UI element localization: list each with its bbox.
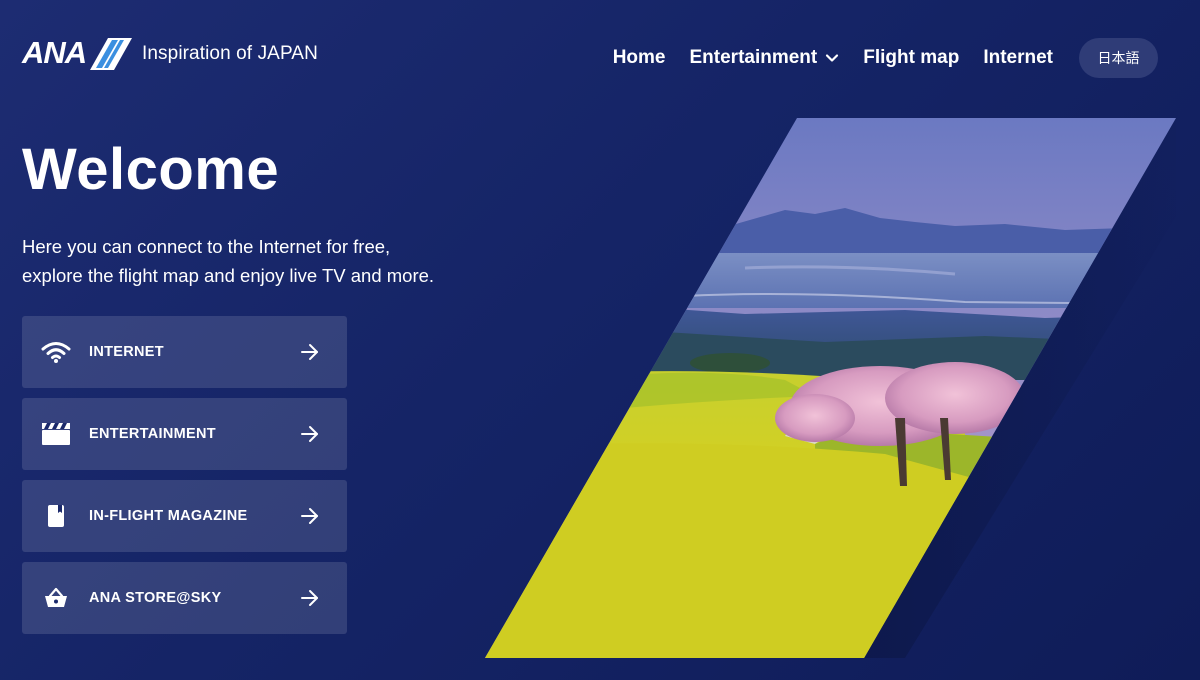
ana-logo[interactable]: ANA Inspiration of JAPAN bbox=[22, 35, 318, 72]
internet-button[interactable]: INTERNET bbox=[22, 316, 347, 388]
nav-internet[interactable]: Internet bbox=[983, 47, 1053, 69]
entertainment-label: ENTERTAINMENT bbox=[89, 426, 216, 442]
arrow-right-icon bbox=[301, 344, 318, 360]
intro-line-2: explore the flight map and enjoy live TV… bbox=[22, 265, 435, 286]
clapperboard-icon bbox=[41, 422, 71, 446]
nav-home[interactable]: Home bbox=[613, 47, 666, 69]
arrow-right-icon bbox=[301, 508, 318, 524]
chevron-down-icon bbox=[826, 54, 839, 62]
ana-store-label: ANA STORE@SKY bbox=[89, 590, 222, 606]
main-nav: Home Entertainment Flight map Internet 日… bbox=[613, 38, 1158, 78]
in-flight-magazine-button[interactable]: IN-FLIGHT MAGAZINE bbox=[22, 480, 347, 552]
nav-flight-map[interactable]: Flight map bbox=[863, 47, 959, 69]
nav-home-label: Home bbox=[612, 47, 666, 68]
ana-stripes-icon bbox=[90, 38, 132, 70]
nav-internet-label: Internet bbox=[983, 47, 1053, 68]
page-title: Welcome bbox=[22, 137, 280, 202]
entertainment-button[interactable]: ENTERTAINMENT bbox=[22, 398, 347, 470]
header: ANA Inspiration of JAPAN Home Entertainm… bbox=[0, 0, 1200, 110]
internet-label: INTERNET bbox=[89, 344, 164, 360]
language-button[interactable]: 日本語 bbox=[1079, 38, 1158, 78]
nav-entertainment[interactable]: Entertainment bbox=[690, 47, 840, 69]
book-icon bbox=[41, 504, 71, 528]
quick-menu: INTERNET ENTERTAINMENT IN-FLIGHT MAGAZIN… bbox=[22, 316, 347, 644]
shopping-basket-icon bbox=[41, 586, 71, 610]
nav-flight-map-label: Flight map bbox=[863, 47, 960, 68]
nav-entertainment-label: Entertainment bbox=[689, 47, 818, 68]
intro-text: Here you can connect to the Internet for… bbox=[22, 232, 492, 290]
landscape-image bbox=[485, 118, 1200, 658]
ana-logo-text: ANA bbox=[22, 35, 87, 70]
ana-store-button[interactable]: ANA STORE@SKY bbox=[22, 562, 347, 634]
wifi-icon bbox=[41, 340, 71, 364]
ana-logo-mark: ANA bbox=[22, 35, 134, 71]
arrow-right-icon bbox=[301, 590, 318, 606]
intro-line-1: Here you can connect to the Internet for… bbox=[22, 236, 391, 257]
hero-photo bbox=[485, 118, 1200, 658]
tagline: Inspiration of JAPAN bbox=[142, 43, 318, 64]
in-flight-magazine-label: IN-FLIGHT MAGAZINE bbox=[89, 508, 248, 524]
arrow-right-icon bbox=[301, 426, 318, 442]
